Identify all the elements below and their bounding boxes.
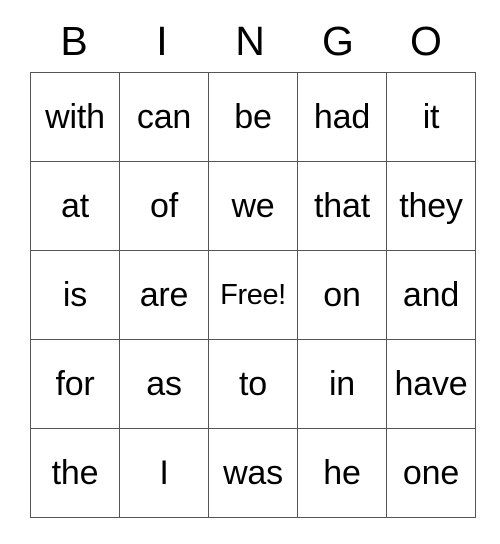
bingo-cell-label: in xyxy=(328,365,356,403)
bingo-header-letter-i: I xyxy=(156,18,168,64)
bingo-cell-label: I xyxy=(159,454,169,492)
bingo-cell-label: had xyxy=(313,98,371,136)
bingo-header-letter-g: G xyxy=(322,18,354,64)
bingo-row: for as to in have xyxy=(30,339,476,429)
bingo-cell-label: it xyxy=(422,98,440,136)
bingo-cell-label: that xyxy=(314,187,370,225)
bingo-cell[interactable]: I xyxy=(119,428,209,518)
bingo-cell-label: was xyxy=(223,454,283,492)
bingo-cell-label: we xyxy=(231,187,275,225)
bingo-header-cell-o: O xyxy=(382,0,470,72)
bingo-cell-label: one xyxy=(402,454,460,492)
bingo-cell-label: he xyxy=(323,454,361,492)
bingo-cell[interactable]: as xyxy=(119,339,209,429)
bingo-header-letter-n: N xyxy=(235,18,265,64)
bingo-cell-label: for xyxy=(55,365,95,403)
bingo-cell[interactable]: the xyxy=(30,428,120,518)
bingo-cell[interactable]: of xyxy=(119,161,209,251)
bingo-cell-label: on xyxy=(323,276,361,314)
bingo-cell-label: be xyxy=(234,98,272,136)
bingo-cell-label: they xyxy=(399,187,463,225)
bingo-card: B I N G O with can be had it at of we th… xyxy=(30,0,476,518)
bingo-cell-label: at xyxy=(61,187,89,225)
bingo-free-space-label: Free! xyxy=(220,278,286,311)
bingo-cell[interactable]: was xyxy=(208,428,298,518)
bingo-cell[interactable]: at xyxy=(30,161,120,251)
bingo-cell[interactable]: are xyxy=(119,250,209,340)
bingo-cell[interactable]: it xyxy=(386,72,476,162)
bingo-cell[interactable]: with xyxy=(30,72,120,162)
bingo-row: the I was he one xyxy=(30,428,476,518)
bingo-header-letter-o: O xyxy=(410,18,442,64)
bingo-header-cell-i: I xyxy=(118,0,206,72)
bingo-cell-label: are xyxy=(139,276,189,314)
bingo-header-cell-b: B xyxy=(30,0,118,72)
bingo-cell-label: is xyxy=(62,276,88,314)
bingo-cell[interactable]: we xyxy=(208,161,298,251)
bingo-row: with can be had it xyxy=(30,72,476,162)
bingo-cell[interactable]: be xyxy=(208,72,298,162)
bingo-header-cell-g: G xyxy=(294,0,382,72)
bingo-cell[interactable]: to xyxy=(208,339,298,429)
bingo-cell[interactable]: on xyxy=(297,250,387,340)
bingo-cell[interactable]: that xyxy=(297,161,387,251)
bingo-header-letter-b: B xyxy=(60,18,88,64)
bingo-cell-label: and xyxy=(402,276,460,314)
bingo-header-cell-n: N xyxy=(206,0,294,72)
bingo-cell[interactable]: in xyxy=(297,339,387,429)
bingo-row: at of we that they xyxy=(30,161,476,251)
bingo-cell-label: as xyxy=(146,365,182,403)
bingo-cell-label: of xyxy=(150,187,178,225)
bingo-row: is are Free! on and xyxy=(30,250,476,340)
bingo-header-row: B I N G O xyxy=(30,0,470,72)
bingo-cell[interactable]: and xyxy=(386,250,476,340)
bingo-cell-label: with xyxy=(45,98,105,136)
bingo-cell-label: can xyxy=(136,98,192,136)
bingo-cell[interactable]: they xyxy=(386,161,476,251)
bingo-cell-label: have xyxy=(394,365,468,403)
bingo-cell[interactable]: can xyxy=(119,72,209,162)
bingo-free-space-cell[interactable]: Free! xyxy=(208,250,298,340)
bingo-cell[interactable]: had xyxy=(297,72,387,162)
bingo-cell[interactable]: have xyxy=(386,339,476,429)
bingo-cell[interactable]: one xyxy=(386,428,476,518)
bingo-cell-label: to xyxy=(239,365,267,403)
bingo-cell[interactable]: is xyxy=(30,250,120,340)
bingo-cell[interactable]: he xyxy=(297,428,387,518)
bingo-grid: with can be had it at of we that they is… xyxy=(30,72,476,518)
bingo-cell[interactable]: for xyxy=(30,339,120,429)
bingo-cell-label: the xyxy=(51,454,99,492)
